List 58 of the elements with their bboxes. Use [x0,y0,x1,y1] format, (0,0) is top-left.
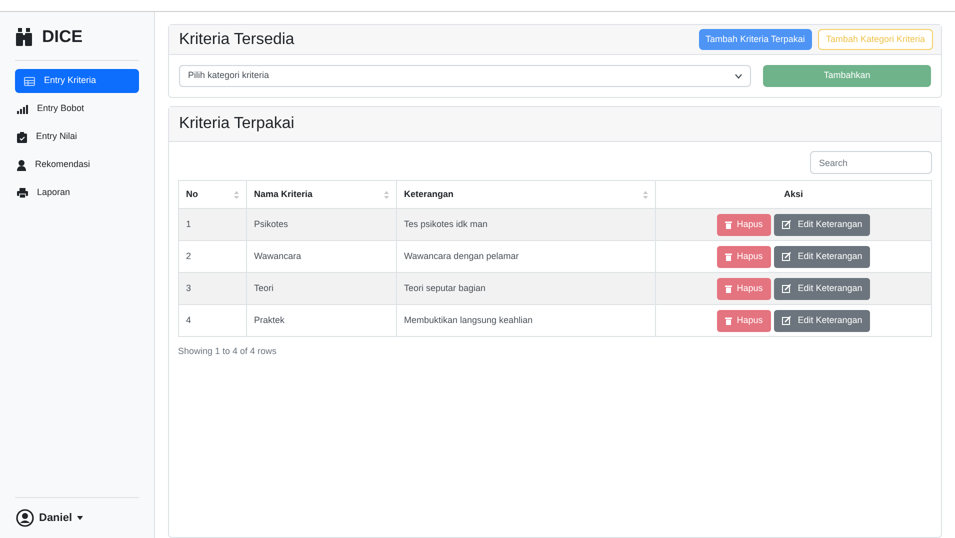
edit-icon [782,316,791,325]
sidebar-item[interactable]: Rekomendasi [15,153,139,177]
table-cell: Teori [254,282,274,293]
add-button[interactable]: Tambahkan [763,65,931,87]
caret-icon [77,516,84,520]
sidebar-item[interactable]: Entry Bobot [15,97,139,121]
user-icon [16,509,34,527]
table-cell: Wawancara dengan pelamar [404,250,519,261]
person-icon [17,160,26,170]
card-title: Kriteria Terpakai [179,114,294,134]
column-header[interactable]: No [186,188,198,202]
table-cell: Psikotes [254,218,288,229]
table-cell: Praktek [254,314,285,325]
sidebar-item[interactable]: Laporan [15,181,139,205]
trash-icon [724,284,732,292]
column-header[interactable]: Keterangan [404,188,454,202]
sidebar-item[interactable]: Entry Nilai [15,125,139,149]
table-cell: 1 [186,218,192,229]
printer-icon [17,188,28,198]
binoculars-icon [16,28,32,46]
trash-icon [724,220,732,228]
table-cell: Tes psikotes idk man [404,218,488,229]
brand-name: DICE [42,26,83,48]
table-cell: Membuktikan langsung keahlian [404,314,533,325]
trash-icon [724,316,732,324]
user-menu[interactable]: Daniel [15,508,139,528]
column-header[interactable]: Nama Kriteria [254,188,313,202]
chevron-icon [735,74,742,78]
table-icon [24,76,35,86]
delete-button[interactable]: Hapus [716,278,771,300]
edit-button[interactable]: Edit Keterangan [774,278,870,300]
sort-icon[interactable] [234,190,239,198]
delete-button[interactable]: Hapus [716,214,771,236]
sort-icon[interactable] [384,190,389,198]
table-cell: Wawancara [254,250,302,261]
edit-button[interactable]: Edit Keterangan [774,214,870,236]
edit-button[interactable]: Edit Keterangan [774,310,870,332]
edit-icon [782,252,791,261]
search-field[interactable]: Search [810,151,932,174]
pagination-info: Showing 1 to 4 of 4 rows [178,345,278,358]
card-title: Kriteria Tersedia [179,30,294,50]
clipboard-icon [17,132,27,142]
column-header: Aksi [784,188,803,201]
add-used-criteria-button[interactable]: Tambah Kriteria Terpakai [698,29,812,50]
delete-button[interactable]: Hapus [716,310,771,332]
table-cell: 4 [186,314,192,325]
trash-icon [724,252,732,260]
table-cell: 2 [186,250,192,261]
edit-icon [782,220,791,229]
sort-icon[interactable] [643,190,648,198]
edit-icon [782,284,791,293]
category-select[interactable]: Pilih kategori kriteria [179,65,751,87]
table-cell: 3 [186,282,192,293]
sidebar-item[interactable]: Entry Kriteria [15,69,139,93]
table-cell: Teori seputar bagian [404,282,486,293]
bar-chart-icon [17,104,28,114]
edit-button[interactable]: Edit Keterangan [774,246,870,268]
delete-button[interactable]: Hapus [716,246,771,268]
